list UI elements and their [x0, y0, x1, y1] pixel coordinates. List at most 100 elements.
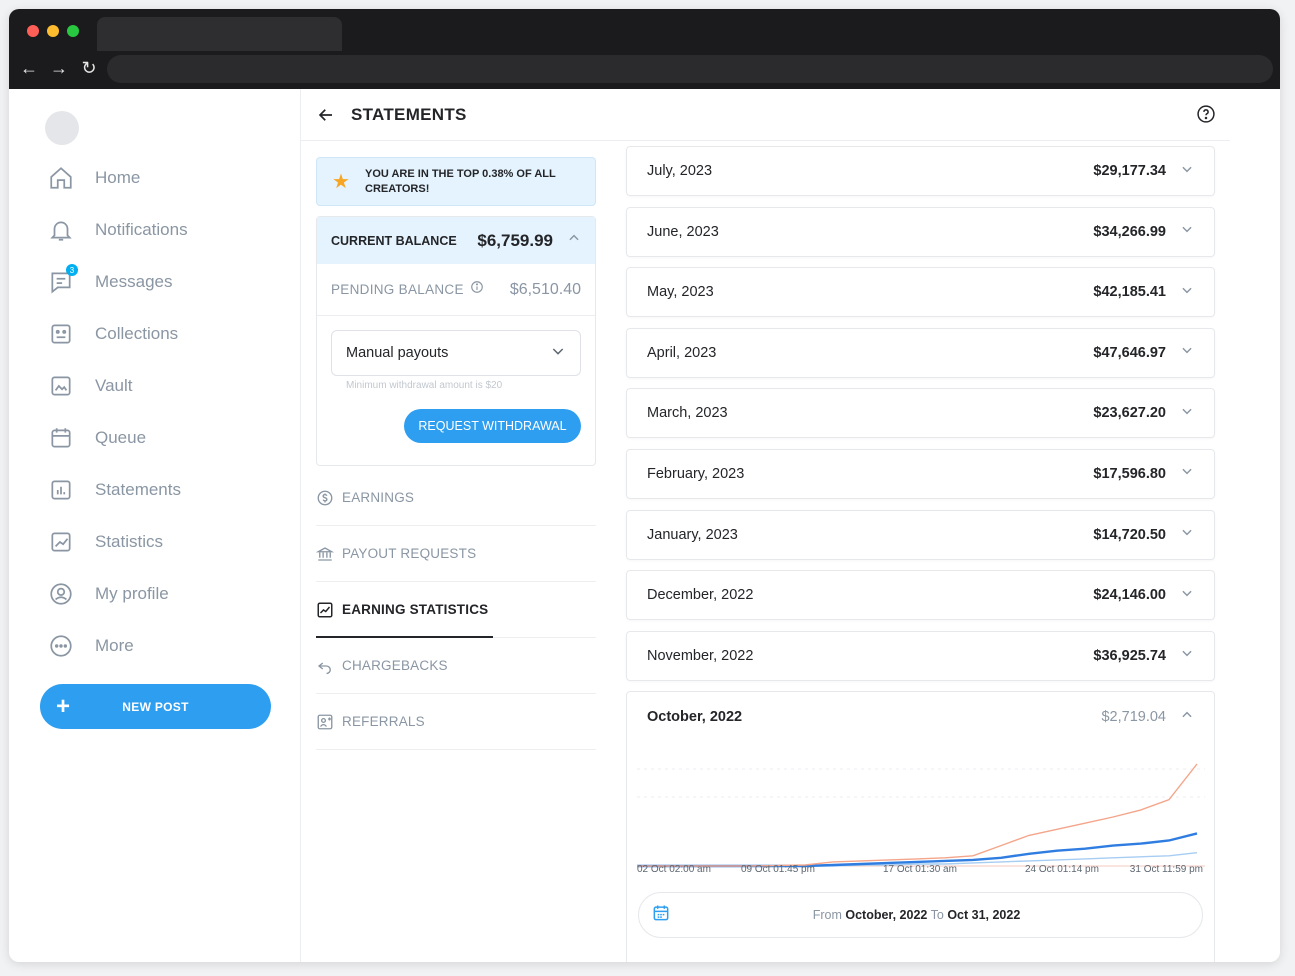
sidebar-item-label: Collections	[95, 324, 179, 343]
chevron-down-icon[interactable]	[1180, 464, 1194, 483]
info-icon[interactable]	[470, 280, 484, 299]
statistics-icon	[47, 528, 75, 556]
menu-earnings[interactable]: EARNINGS	[316, 470, 596, 526]
chevron-down-icon[interactable]	[1180, 525, 1194, 544]
expanded-month-header[interactable]: October, 2022 $2,719.04	[627, 692, 1214, 742]
month-amount: $14,720.50	[1093, 526, 1166, 543]
sidebar-item-label: Home	[95, 168, 141, 187]
range-from-label: From	[812, 908, 842, 923]
balance-column: ★ YOU ARE IN THE TOP 0.38% OF ALL CREATO…	[316, 157, 596, 750]
new-post-button[interactable]: + NEW POST	[40, 684, 271, 729]
maximize-window-button[interactable]	[67, 25, 79, 37]
back-arrow-icon[interactable]	[317, 106, 339, 124]
month-row[interactable]: March, 2023 $23,627.20	[626, 388, 1215, 439]
home-icon	[47, 164, 75, 192]
calendar-icon	[47, 424, 75, 452]
bank-icon	[316, 545, 342, 563]
reload-icon[interactable]: ↻	[79, 59, 99, 77]
menu-payout-requests[interactable]: PAYOUT REQUESTS	[316, 526, 596, 582]
plus-icon: +	[55, 692, 70, 720]
menu-label: EARNINGS	[342, 490, 415, 505]
chevron-down-icon[interactable]	[1180, 586, 1194, 605]
sidebar-item-label: Queue	[95, 428, 147, 447]
month-row[interactable]: February, 2023 $17,596.80	[626, 448, 1215, 499]
minimize-window-button[interactable]	[47, 25, 59, 37]
referral-icon	[316, 713, 342, 731]
range-from-value: October, 2022	[845, 908, 928, 923]
withdrawal-hint: Minimum withdrawal amount is $20	[346, 380, 503, 391]
sidebar-item-queue[interactable]: Queue	[47, 421, 146, 455]
sidebar-item-more[interactable]: More	[47, 629, 134, 663]
sidebar-item-notifications[interactable]: Notifications	[47, 213, 188, 247]
chart-x-axis: 02 Oct 02:00 am 09 Oct 01:45 pm 17 Oct 01:…	[637, 864, 1205, 880]
sidebar-item-my-profile[interactable]: My profile	[47, 577, 169, 611]
month-amount: $24,146.00	[1093, 587, 1166, 604]
pending-balance-row: PENDING BALANCE $6,510.40	[317, 264, 595, 316]
top-creator-text: YOU ARE IN THE TOP 0.38% OF ALL CREATORS…	[365, 167, 556, 195]
chevron-down-icon[interactable]	[1180, 404, 1194, 423]
close-window-button[interactable]	[27, 25, 39, 37]
earnings-line-chart	[637, 763, 1205, 868]
x-tick-label: 31 Oct 11:59 pm	[1129, 864, 1203, 876]
series-line-orange	[637, 763, 1198, 868]
chevron-down-icon[interactable]	[1180, 283, 1194, 302]
sidebar-item-home[interactable]: Home	[47, 161, 140, 195]
chart-icon	[316, 601, 342, 619]
date-range-picker[interactable]: From October, 2022 To Oct 31, 2022	[638, 892, 1203, 939]
month-row[interactable]: January, 2023 $14,720.50	[626, 509, 1215, 560]
sidebar-item-label: Statistics	[95, 532, 164, 551]
chevron-down-icon[interactable]	[1180, 343, 1194, 362]
browser-tab[interactable]	[97, 17, 342, 51]
chevron-up-icon[interactable]	[567, 231, 581, 250]
sidebar-item-statistics[interactable]: Statistics	[47, 525, 163, 559]
payout-mode-select[interactable]: Manual payouts	[331, 330, 581, 376]
range-to-label: To	[930, 908, 944, 923]
current-balance-label: CURRENT BALANCE	[331, 233, 457, 248]
browser-back-icon[interactable]: ←	[19, 59, 39, 77]
menu-referrals[interactable]: REFERRALS	[316, 694, 596, 750]
month-label: December, 2022	[647, 587, 754, 604]
sidebar-item-label: Notifications	[95, 220, 188, 239]
vault-icon	[47, 372, 75, 400]
address-bar[interactable]	[107, 55, 1273, 83]
month-label: June, 2023	[647, 223, 719, 240]
month-row[interactable]: April, 2023 $47,646.97	[626, 327, 1215, 378]
message-icon: 3	[47, 264, 78, 296]
profile-icon	[47, 580, 75, 608]
menu-earning-statistics[interactable]: EARNING STATISTICS	[316, 582, 596, 638]
x-tick-label: 09 Oct 01:45 pm	[741, 864, 815, 876]
current-balance-header[interactable]: CURRENT BALANCE $6,759.99	[317, 217, 595, 264]
month-amount: $17,596.80	[1093, 465, 1166, 482]
month-row[interactable]: July, 2023 $29,177.34	[626, 146, 1215, 196]
avatar[interactable]	[45, 111, 79, 145]
menu-chargebacks[interactable]: CHARGEBACKS	[316, 638, 596, 694]
sidebar-item-collections[interactable]: Collections	[47, 317, 178, 351]
month-row[interactable]: December, 2022 $24,146.00	[626, 570, 1215, 621]
series-line-blue	[637, 832, 1198, 868]
x-tick-label: 02 Oct 02:00 am	[637, 864, 711, 876]
month-label: October, 2022	[647, 709, 743, 726]
sidebar-item-messages[interactable]: 3 Messages	[47, 264, 172, 299]
month-row[interactable]: November, 2022 $36,925.74	[626, 630, 1215, 681]
chevron-down-icon[interactable]	[1180, 162, 1194, 181]
help-icon[interactable]	[1196, 104, 1216, 129]
calendar-icon	[651, 903, 671, 928]
chevron-down-icon[interactable]	[1180, 222, 1194, 241]
menu-label: PAYOUT REQUESTS	[342, 546, 477, 561]
chevron-down-icon[interactable]	[1180, 646, 1194, 665]
balance-card: CURRENT BALANCE $6,759.99 PENDING BALANC…	[316, 216, 596, 466]
month-row[interactable]: June, 2023 $34,266.99	[626, 206, 1215, 257]
menu-label: REFERRALS	[342, 714, 425, 729]
more-icon	[47, 632, 75, 660]
request-withdrawal-button[interactable]: REQUEST WITHDRAWAL	[404, 409, 581, 443]
sidebar-item-vault[interactable]: Vault	[47, 369, 133, 403]
browser-window: ← → ↻ Home Notifications 3 Messages Coll…	[9, 9, 1280, 962]
chevron-up-icon[interactable]	[1180, 708, 1194, 727]
sidebar-item-statements[interactable]: Statements	[47, 473, 181, 507]
x-tick-label: 17 Oct 01:30 am	[883, 864, 957, 876]
month-row[interactable]: May, 2023 $42,185.41	[626, 267, 1215, 318]
star-icon: ★	[332, 171, 350, 193]
browser-forward-icon[interactable]: →	[49, 59, 69, 77]
pending-balance-label: PENDING BALANCE	[331, 282, 464, 297]
month-label: January, 2023	[647, 526, 738, 543]
